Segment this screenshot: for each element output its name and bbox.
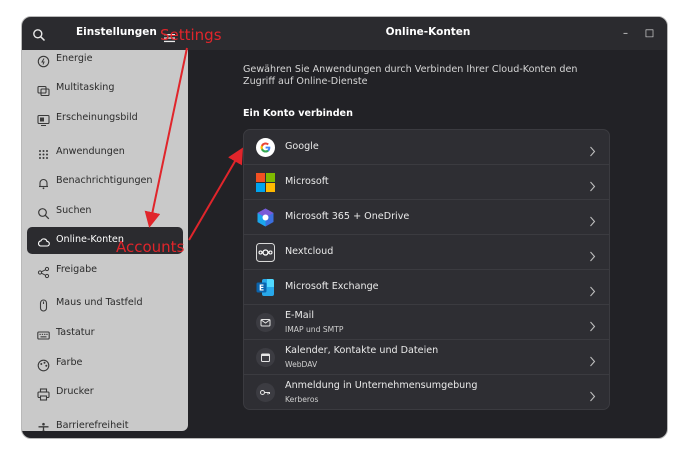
annotation-arrows bbox=[144, 47, 244, 241]
accounts-arrow bbox=[188, 147, 244, 241]
accounts-annotation: Accounts bbox=[116, 238, 185, 256]
settings-arrow bbox=[144, 47, 188, 228]
settings-annotation: Settings bbox=[160, 26, 222, 44]
